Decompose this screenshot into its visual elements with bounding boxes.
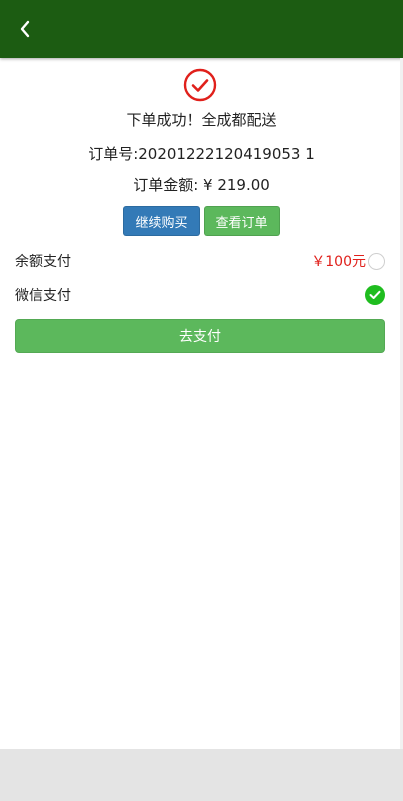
wechat-radio[interactable] bbox=[365, 285, 385, 305]
balance-amount: ￥100元 bbox=[311, 254, 366, 270]
view-order-button[interactable]: 查看订单 bbox=[203, 206, 280, 236]
wechat-payment-option[interactable]: 微信支付 bbox=[15, 283, 385, 307]
balance-radio[interactable] bbox=[368, 252, 385, 270]
header-bar bbox=[0, 0, 403, 58]
continue-shopping-button[interactable]: 继续购买 bbox=[123, 206, 200, 236]
check-icon bbox=[369, 290, 381, 299]
order-number: 订单号:20201222120419053 1 bbox=[88, 145, 315, 163]
balance-payment-option[interactable]: 余额支付 ￥100元 bbox=[15, 249, 385, 273]
pay-button[interactable]: 去支付 bbox=[15, 319, 385, 353]
success-message: 下单成功！全成都配送 bbox=[126, 111, 277, 129]
order-amount: 订单金额: ¥ 219.00 bbox=[133, 176, 270, 194]
balance-payment-right: ￥100元 bbox=[311, 251, 385, 271]
back-button[interactable] bbox=[14, 17, 36, 41]
balance-payment-label: 余额支付 bbox=[15, 254, 71, 270]
chevron-left-icon bbox=[20, 20, 30, 38]
order-actions: 继续购买 查看订单 bbox=[0, 206, 403, 236]
footer-area bbox=[0, 749, 403, 801]
wechat-payment-label: 微信支付 bbox=[15, 288, 71, 304]
check-circle-icon bbox=[183, 68, 217, 102]
